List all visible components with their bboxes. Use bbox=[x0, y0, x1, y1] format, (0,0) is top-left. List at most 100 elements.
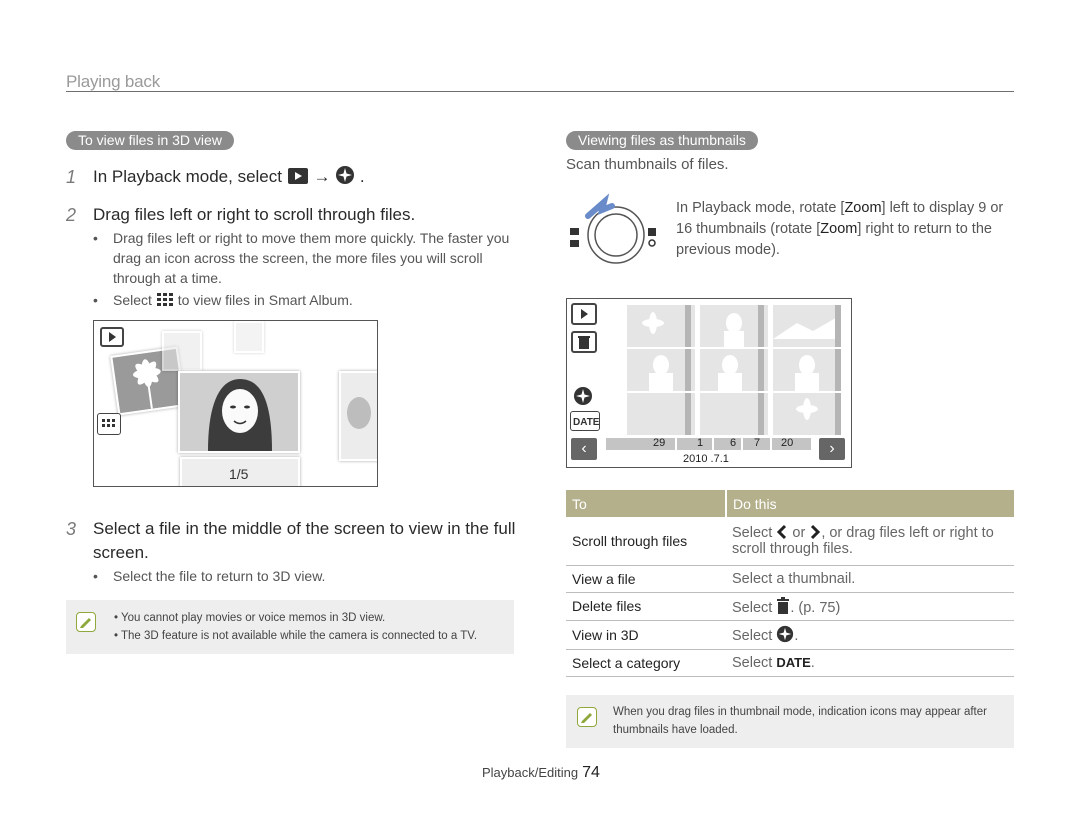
note-line-1: • You cannot play movies or voice memos … bbox=[114, 612, 386, 624]
zoom-dial-icon bbox=[570, 193, 656, 264]
step-2-text: Drag files left or right to scroll throu… bbox=[93, 205, 416, 224]
3d-view-icon bbox=[336, 166, 355, 184]
page-footer: Playback/Editing 74 bbox=[482, 764, 600, 782]
scan-text: Scan thumbnails of files. bbox=[566, 156, 729, 173]
table-cell-to: Delete files bbox=[566, 592, 726, 621]
table-cell-to: View in 3D bbox=[566, 620, 726, 650]
table-cell-do: Select a thumbnail. bbox=[726, 565, 1014, 593]
timeline-segment bbox=[677, 438, 713, 450]
3d-view-button[interactable] bbox=[571, 385, 597, 407]
step-3-line2: screen. bbox=[93, 543, 149, 562]
zoom-instructions: In Playback mode, rotate [Zoom] left to … bbox=[676, 200, 1004, 258]
table-header-do: Do this bbox=[725, 490, 1014, 517]
thumbnail[interactable] bbox=[773, 305, 841, 347]
delete-button[interactable] bbox=[571, 331, 597, 353]
playback-button[interactable] bbox=[571, 303, 597, 325]
table-header-to: To bbox=[566, 490, 726, 517]
note-text: When you drag files in thumbnail mode, i… bbox=[613, 706, 987, 736]
bullet-return: • Select the file to return to 3D view. bbox=[93, 566, 513, 588]
playback-icon bbox=[109, 332, 116, 342]
trash-icon bbox=[578, 336, 590, 349]
note-box-thumbnails: When you drag files in thumbnail mode, i… bbox=[566, 695, 1014, 748]
date-category-button[interactable]: DATE bbox=[570, 411, 600, 431]
table-row: Select a category Select DATE. bbox=[566, 649, 1014, 677]
table-row: Delete files Select . (p. 75) bbox=[566, 592, 1014, 621]
table-row: View in 3D Select . bbox=[566, 620, 1014, 650]
date-icon: DATE bbox=[776, 654, 811, 670]
step-number: 1 bbox=[66, 167, 77, 187]
note-icon bbox=[577, 707, 597, 727]
photo-card-center[interactable] bbox=[178, 371, 300, 453]
bullet-text: Drag files left or right to move them mo… bbox=[113, 230, 510, 286]
date-icon: DATE bbox=[573, 417, 600, 428]
note-box-3d: • You cannot play movies or voice memos … bbox=[66, 600, 514, 654]
3d-view-icon bbox=[777, 625, 794, 643]
step-2: 2 Drag files left or right to scroll thr… bbox=[66, 203, 526, 229]
timeline-label[interactable]: 29 bbox=[653, 437, 665, 449]
timeline-label[interactable]: 7 bbox=[754, 437, 760, 449]
heading-3d-view: To view files in 3D view bbox=[66, 131, 234, 150]
table-row: View a file Select a thumbnail. bbox=[566, 565, 1014, 593]
footer-label: Playback/Editing bbox=[482, 765, 579, 780]
smart-album-icon bbox=[156, 293, 173, 306]
step-3: 3 Select a file in the middle of the scr… bbox=[66, 517, 526, 567]
table-cell-to: Select a category bbox=[566, 649, 726, 677]
table-row: Scroll through files Select or , or drag… bbox=[566, 517, 1014, 566]
timeline-date: 2010 .7.1 bbox=[683, 453, 729, 465]
arrow-glyph: → bbox=[313, 167, 331, 186]
step-number: 2 bbox=[66, 205, 77, 225]
timeline-segment bbox=[606, 438, 676, 450]
portrait-icon bbox=[180, 373, 298, 451]
bullet-drag: • Drag files left or right to move them … bbox=[93, 228, 513, 290]
step-3-line1: Select a file in the middle of the scree… bbox=[93, 519, 516, 538]
note-icon bbox=[76, 612, 96, 632]
thumbnail[interactable] bbox=[773, 349, 841, 391]
thumbnail-actions-table: To Do this Scroll through files Select o… bbox=[566, 490, 1014, 677]
photo-card-back[interactable] bbox=[234, 321, 264, 353]
zoom-dial-illustration bbox=[566, 188, 666, 268]
playback-icon bbox=[581, 309, 588, 319]
step-number: 3 bbox=[66, 519, 77, 539]
person-icon bbox=[795, 355, 819, 391]
svg-text:DATE: DATE bbox=[573, 417, 599, 428]
chevron-right-icon: › bbox=[829, 440, 835, 457]
table-cell-do: Select DATE. bbox=[726, 649, 1014, 677]
heading-thumbnails: Viewing files as thumbnails bbox=[566, 131, 758, 150]
zoom-label: Zoom bbox=[844, 200, 882, 216]
bullet-smart-album: • Select to view files in Smart Album. bbox=[93, 292, 353, 308]
step-1: 1 In Playback mode, select → . bbox=[66, 165, 526, 191]
chevron-right-icon bbox=[811, 525, 821, 540]
bullet-text-pre: Select bbox=[113, 292, 152, 308]
3d-view-screen bbox=[93, 320, 378, 487]
chevron-left-icon bbox=[777, 525, 787, 540]
table-cell-do: Select or , or drag files left or right … bbox=[726, 517, 1014, 566]
trash-icon bbox=[777, 596, 790, 614]
smart-album-button[interactable] bbox=[97, 413, 121, 435]
timeline-label[interactable]: 20 bbox=[781, 437, 793, 449]
previous-button[interactable]: ‹ bbox=[571, 438, 597, 460]
playback-button[interactable] bbox=[100, 327, 124, 347]
title-rule bbox=[66, 91, 1014, 92]
section-title: Playing back bbox=[66, 72, 160, 91]
timeline-segment bbox=[714, 438, 742, 450]
table-cell-do: Select . (p. 75) bbox=[726, 592, 1014, 621]
timeline-label[interactable]: 6 bbox=[730, 437, 736, 449]
smart-album-icon bbox=[102, 419, 115, 427]
file-counter: 1/5 bbox=[229, 466, 249, 482]
photo-card-right[interactable] bbox=[339, 371, 377, 461]
timeline-label[interactable]: 1 bbox=[697, 437, 703, 449]
page-number: 74 bbox=[582, 764, 600, 781]
next-button[interactable]: › bbox=[819, 438, 845, 460]
step-1-text: In Playback mode, select bbox=[93, 167, 282, 186]
thumbnail[interactable] bbox=[773, 393, 841, 435]
bullet-text-post: to view files in Smart Album. bbox=[177, 292, 353, 308]
note-line-2: • The 3D feature is not available while … bbox=[114, 630, 478, 642]
zoom-label: Zoom bbox=[820, 221, 858, 237]
flower-icon bbox=[796, 398, 818, 420]
photo-card-back[interactable] bbox=[162, 331, 202, 371]
step-1-period: . bbox=[359, 167, 365, 186]
bullet-text: Select the file to return to 3D view. bbox=[113, 568, 326, 584]
table-cell-do: Select . bbox=[726, 620, 1014, 650]
chevron-left-icon: ‹ bbox=[581, 440, 587, 457]
table-cell-to: Scroll through files bbox=[566, 517, 726, 566]
